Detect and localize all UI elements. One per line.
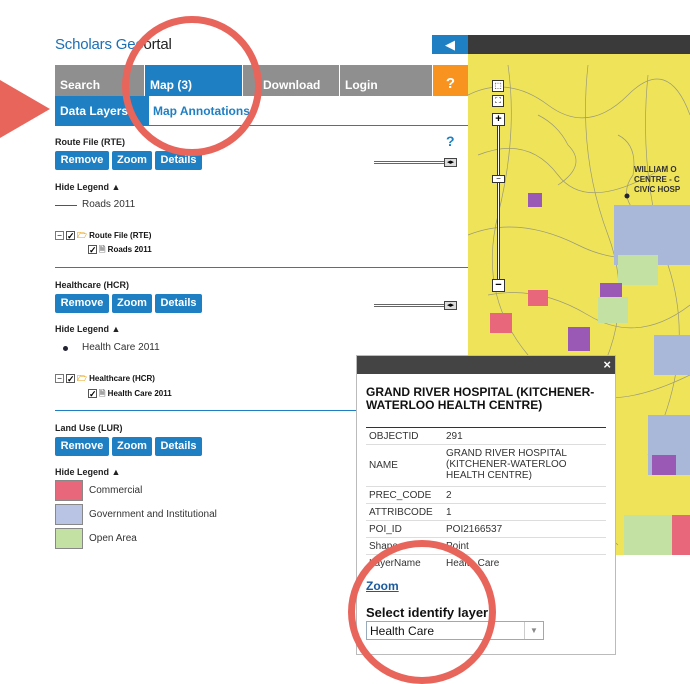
folder-icon: 🗁 (77, 231, 87, 240)
legend-swatch-open-area (55, 528, 83, 549)
map-label: WILLIAM O CENTRE - C CIVIC HOSP (634, 165, 681, 194)
screenshot-root: { "app": {"logo_part1": "Scholars Geo", … (0, 0, 690, 684)
remove-button[interactable]: Remove (55, 151, 109, 170)
divider (366, 427, 606, 428)
divider (55, 267, 468, 268)
legend-swatch-commercial (55, 480, 83, 501)
details-button[interactable]: Details (155, 437, 202, 456)
collapse-panel-button[interactable]: ◀ (432, 35, 468, 54)
details-button[interactable]: Details (155, 294, 202, 313)
checkbox[interactable]: ✓ (88, 389, 97, 399)
divider (366, 503, 606, 504)
zoom-track[interactable] (497, 126, 500, 279)
opacity-slider[interactable]: ◂▸ (374, 158, 457, 167)
folder-icon: 🗁 (77, 374, 87, 383)
collapse-icon[interactable]: − (55, 231, 64, 241)
chevron-left-icon: ◀ (445, 37, 455, 52)
legend-label: Government and Institutional (89, 509, 217, 520)
attr-row: NAME GRAND RIVER HOSPITAL (KITCHENER-WATE… (369, 448, 567, 481)
zoom-handle[interactable]: − (492, 175, 505, 183)
file-icon: 🗎 (99, 389, 106, 398)
legend-label: Commercial (89, 485, 143, 496)
map-zoom-control: ⬚ ⛶ + − − (490, 80, 508, 300)
popup-header: × (357, 356, 615, 374)
legend-label: Roads 2011 (82, 199, 136, 210)
file-icon: 🗎 (99, 245, 106, 254)
divider (366, 486, 606, 487)
zoom-button[interactable]: Zoom (112, 437, 152, 456)
zoom-in-icon[interactable]: + (492, 113, 505, 126)
collapse-icon[interactable]: − (55, 374, 64, 384)
tree-parent[interactable]: − ✓ 🗁 Route File (RTE) (55, 230, 151, 244)
hide-legend-toggle[interactable]: Hide Legend ▲ (55, 324, 120, 334)
remove-button[interactable]: Remove (55, 294, 109, 313)
divider (366, 520, 606, 521)
divider (366, 444, 606, 445)
highlight-circle (122, 16, 262, 156)
legend-label: Health Care 2011 (82, 342, 160, 353)
legend-label: Open Area (89, 533, 137, 544)
slider-handle-icon[interactable]: ◂▸ (444, 301, 457, 310)
zoom-button[interactable]: Zoom (112, 294, 152, 313)
opacity-slider[interactable]: ◂▸ (374, 301, 457, 310)
zoom-out-icon[interactable]: − (492, 279, 505, 292)
remove-button[interactable]: Remove (55, 437, 109, 456)
tree-parent[interactable]: − ✓ 🗁 Healthcare (HCR) (55, 373, 155, 387)
pointer-arrow (0, 80, 50, 138)
layer-title-landuse: Land Use (LUR) (55, 423, 123, 433)
slider-handle-icon[interactable]: ◂▸ (444, 158, 457, 167)
tree-child[interactable]: ✓ 🗎 Health Care 2011 (88, 388, 172, 402)
point-symbol (63, 346, 68, 351)
select-box-icon[interactable]: ⬚ (492, 80, 504, 92)
hide-legend-toggle[interactable]: Hide Legend ▲ (55, 467, 120, 477)
zoom-button[interactable]: Zoom (112, 151, 152, 170)
tree-child[interactable]: ✓ 🗎 Roads 2011 (88, 244, 152, 258)
hide-legend-toggle[interactable]: Hide Legend ▲ (55, 182, 120, 192)
sub-nav: Data Layers Map Annotations (55, 96, 468, 126)
layer-title-route: Route File (RTE) (55, 137, 125, 147)
help-tab[interactable]: ? (433, 65, 468, 96)
divider (366, 537, 606, 538)
checkbox[interactable]: ✓ (66, 231, 75, 241)
popup-title: GRAND RIVER HOSPITAL (KITCHENER-WATERLOO… (366, 385, 595, 412)
highlight-circle (348, 540, 496, 684)
layer-title-healthcare: Healthcare (HCR) (55, 280, 130, 290)
close-icon[interactable]: × (603, 357, 611, 372)
full-extent-icon[interactable]: ⛶ (492, 95, 504, 107)
road-line-symbol (55, 205, 77, 206)
checkbox[interactable]: ✓ (66, 374, 75, 384)
tab-login[interactable]: Login (340, 65, 433, 96)
layer-help-icon[interactable]: ? (446, 133, 455, 149)
checkbox[interactable]: ✓ (88, 245, 97, 255)
chevron-down-icon[interactable]: ▼ (524, 622, 543, 639)
legend-swatch-government (55, 504, 83, 525)
